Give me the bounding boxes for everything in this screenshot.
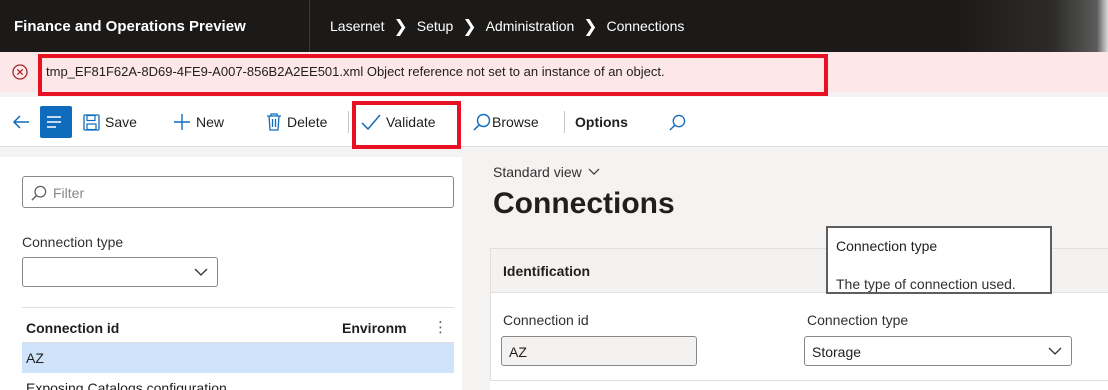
chevron-right-icon: ❯	[462, 16, 477, 36]
connection-type-select[interactable]: Storage	[804, 336, 1072, 366]
trash-icon	[267, 113, 281, 131]
new-label: New	[196, 114, 225, 130]
connection-id-field[interactable]: AZ	[501, 336, 697, 366]
delete-button[interactable]: Delete	[266, 97, 327, 147]
chevron-right-icon: ❯	[583, 16, 598, 36]
chevron-right-icon: ❯	[393, 16, 408, 36]
chevron-down-icon	[194, 268, 208, 276]
chevron-down-icon	[1048, 347, 1062, 355]
divider	[564, 111, 565, 133]
breadcrumb-lasernet[interactable]: Lasernet	[330, 18, 384, 34]
search-icon	[473, 113, 491, 131]
delete-label: Delete	[287, 114, 328, 130]
error-circle-icon	[12, 64, 28, 80]
search-icon	[31, 185, 47, 201]
save-label: Save	[105, 114, 137, 130]
connection-type-filter-label: Connection type	[22, 234, 124, 250]
breadcrumb: Lasernet ❯ Setup ❯ Administration ❯ Conn…	[330, 0, 684, 52]
tooltip-title: Connection type	[836, 238, 938, 254]
breadcrumb-setup[interactable]: Setup	[417, 18, 454, 34]
grid-header: Connection id Environm ⋮	[22, 307, 454, 343]
tooltip: Connection type The type of connection u…	[826, 226, 1052, 294]
more-options-icon[interactable]: ⋮	[433, 318, 448, 336]
connection-type-value: Storage	[812, 344, 862, 360]
cell-connection-id: Exposing Catalogs configuration	[26, 380, 227, 390]
column-header-environment[interactable]: Environm	[342, 320, 430, 336]
breadcrumb-connections[interactable]: Connections	[607, 18, 685, 34]
chevron-down-icon	[588, 168, 600, 175]
connection-type-filter-select[interactable]	[22, 257, 218, 287]
plus-icon	[174, 114, 190, 130]
back-button[interactable]	[12, 97, 35, 147]
save-button[interactable]: Save	[83, 97, 137, 147]
next-fasttab	[490, 380, 1108, 390]
action-search-button[interactable]	[669, 97, 691, 147]
browse-label: Browse	[492, 114, 539, 130]
options-tab[interactable]: Options	[575, 97, 628, 147]
browse-button[interactable]: Browse	[473, 97, 539, 147]
tooltip-body: The type of connection used.	[836, 276, 1016, 292]
column-header-connection-id[interactable]: Connection id	[26, 320, 119, 336]
arrow-left-icon	[12, 115, 29, 129]
list-pane: Filter Connection type Connection id Env…	[0, 157, 462, 390]
table-row[interactable]: Exposing Catalogs configuration	[22, 373, 454, 390]
filter-placeholder: Filter	[53, 185, 85, 201]
top-navigation-bar: Finance and Operations Preview Lasernet …	[0, 0, 1108, 52]
connection-id-value: AZ	[509, 344, 527, 360]
view-name: Standard view	[493, 164, 582, 180]
fasttab-title: Identification	[503, 263, 591, 279]
save-icon	[83, 113, 100, 131]
table-row[interactable]: AZ	[22, 343, 454, 373]
app-title[interactable]: Finance and Operations Preview	[0, 0, 310, 52]
breadcrumb-administration[interactable]: Administration	[486, 18, 575, 34]
validate-button[interactable]: Validate	[361, 97, 436, 147]
hamburger-icon	[46, 116, 61, 128]
page-title: Connections	[493, 187, 675, 220]
cell-connection-id: AZ	[26, 350, 44, 366]
filter-input[interactable]: Filter	[22, 176, 454, 208]
view-selector[interactable]: Standard view	[493, 164, 600, 180]
error-message-text: tmp_EF81F62A-8D69-4FE9-A007-856B2A2EE501…	[46, 64, 665, 79]
divider	[348, 111, 349, 133]
error-message-bar: tmp_EF81F62A-8D69-4FE9-A007-856B2A2EE501…	[0, 52, 1108, 92]
action-pane: Save New Delete Validate Browse Options	[0, 97, 1108, 147]
checkmark-icon	[361, 114, 381, 130]
menu-button[interactable]	[40, 106, 72, 138]
connection-type-label: Connection type	[807, 312, 909, 328]
connection-id-label: Connection id	[503, 312, 589, 328]
search-icon	[669, 114, 686, 131]
validate-label: Validate	[386, 114, 436, 130]
new-button[interactable]: New	[173, 97, 224, 147]
